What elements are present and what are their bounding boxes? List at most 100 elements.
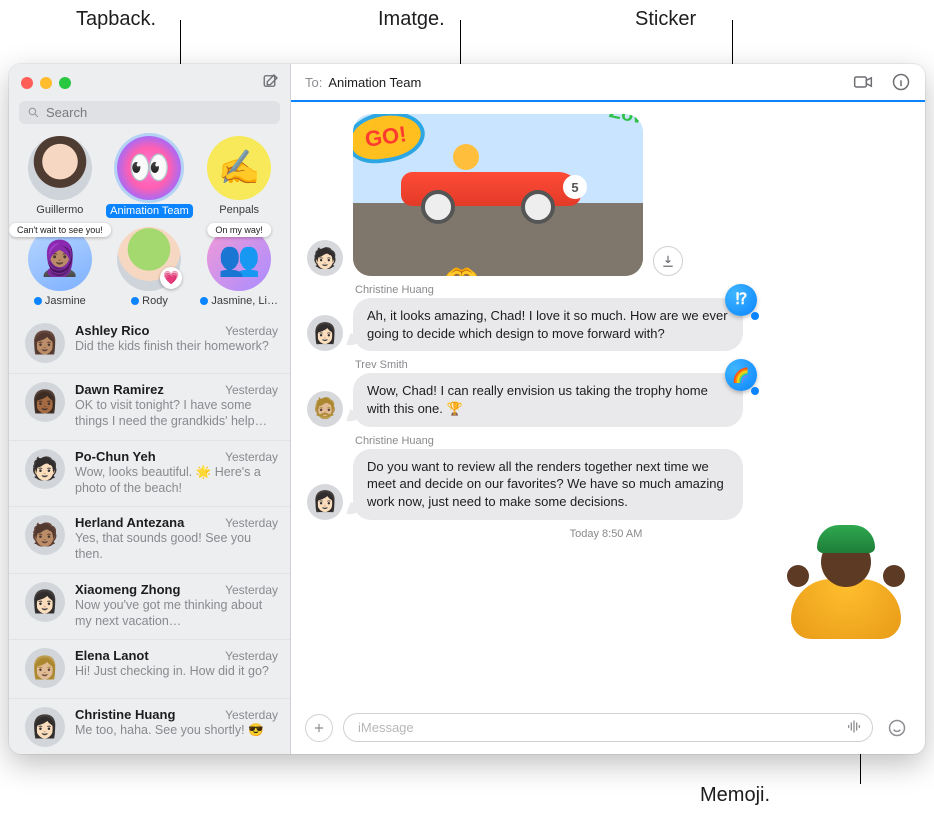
zoom-window-icon[interactable] [59,77,71,89]
pin-label: Rody [105,295,195,307]
pinned-conversations: Guillermo 👀 Animation Team ✍️ Penpals Ca… [9,132,290,315]
conv-name: Dawn Ramirez [75,382,164,397]
avatar: 🧑🏻 [307,240,343,276]
conv-preview: Did the kids finish their homework? [75,338,278,354]
pin-jasmine-li[interactable]: On my way! 👥 Jasmine, Li… [194,227,284,307]
pin-label: Penpals [194,204,284,216]
recipient[interactable]: Animation Team [328,75,421,90]
conv-time: Yesterday [225,516,278,530]
conv-name: Elena Lanot [75,648,149,663]
conv-time: Yesterday [225,649,278,663]
sender-label: Christine Huang [355,435,905,447]
pin-rody[interactable]: 💗 Rody [105,227,195,307]
pin-label: Jasmine, Li… [194,295,284,307]
list-item[interactable]: 👩🏻 Xiaomeng Zhong Yesterday Now you've go… [9,573,290,640]
sticker-zow: Zow [607,114,643,131]
image-attachment[interactable]: GO! Zow 🫶 [353,114,643,276]
conv-name: Ashley Rico [75,323,149,338]
conv-preview: Now you've got me thinking about my next… [75,597,278,630]
conv-name: Po-Chun Yeh [75,449,156,464]
conv-preview: Hi! Just checking in. How did it go? [75,663,278,679]
conv-name: Christine Huang [75,707,175,722]
download-button[interactable] [653,246,683,276]
conversation-list[interactable]: 👩🏽 Ashley RicoYesterday Did the kids fin… [9,315,290,754]
avatar [28,136,92,200]
apps-button[interactable] [305,714,333,742]
list-item[interactable]: 🧑🏽 Herland AntezanaYesterday Yes, that s… [9,506,290,573]
message-text: Wow, Chad! I can really envision us taki… [367,383,708,416]
search-input[interactable]: Search [19,101,280,124]
unread-dot-icon [34,297,42,305]
avatar: 👩🏻 [307,484,343,520]
avatar: 👩🏾 [25,382,65,422]
emoji-button[interactable] [883,714,911,742]
window-controls[interactable] [21,77,71,89]
pin-label: Jasmine [15,295,105,307]
close-window-icon[interactable] [21,77,33,89]
conv-preview: Yes, that sounds good! See you then. [75,530,278,563]
conv-name: Xiaomeng Zhong [75,582,180,597]
message-input[interactable]: iMessage [343,713,873,742]
tapback-sticker-icon[interactable]: 🌈 [725,359,757,391]
conv-preview: OK to visit tonight? I have some things … [75,397,278,430]
message-bubble[interactable]: Do you want to review all the renders to… [353,449,743,520]
callout-image: Imatge. [378,8,445,31]
conv-preview: Me too, haha. See you shortly! 😎 [75,722,278,738]
to-label: To: [305,75,322,90]
unread-dot-icon [131,297,139,305]
avatar: 👩🏻 [25,707,65,747]
message-bubble[interactable]: Wow, Chad! I can really envision us taki… [353,373,743,426]
conversation-panel: To: Animation Team 🧑🏻 GO! Zow 🫶 [291,64,925,754]
list-item[interactable]: 👩🏻 Christine Huang Yesterday Me too, haha… [9,698,290,754]
pin-animation-team[interactable]: 👀 Animation Team [105,136,195,221]
pin-penpals[interactable]: ✍️ Penpals [194,136,284,221]
messages-window: Search Guillermo 👀 Animation Team ✍️ Pen… [9,64,925,754]
avatar: 👀 [117,136,181,200]
avatar: 👩🏻 [25,582,65,622]
dictation-icon[interactable] [846,718,862,737]
pin-guillermo[interactable]: Guillermo [15,136,105,221]
list-item[interactable]: 👩🏽 Ashley RicoYesterday Did the kids fin… [9,315,290,373]
minimize-window-icon[interactable] [40,77,52,89]
callout-tapback: Tapback. [76,8,156,31]
input-placeholder: iMessage [358,720,414,735]
sidebar: Search Guillermo 👀 Animation Team ✍️ Pen… [9,64,291,754]
pin-jasmine[interactable]: Can't wait to see you! 🧕🏽 Jasmine [15,227,105,307]
search-icon [27,106,40,119]
message-bubble[interactable]: Ah, it looks amazing, Chad! I love it so… [353,298,743,351]
message-list[interactable]: 🧑🏻 GO! Zow 🫶 Christine Huang 👩🏻 Ah, i [291,102,925,703]
unread-dot-icon [200,297,208,305]
heart-tapback-icon: 💗 [160,267,182,289]
pin-preview-tag: Can't wait to see you! [9,223,111,237]
composer: iMessage [291,703,925,754]
avatar: 👩🏼 [25,648,65,688]
facetime-icon[interactable] [853,72,873,92]
conv-name: Herland Antezana [75,515,184,530]
pin-label: Guillermo [15,204,105,216]
message-text: Do you want to review all the renders to… [367,459,724,509]
avatar: 🧔🏼 [307,391,343,427]
avatar: 🧑🏻 [25,449,65,489]
sender-label: Trev Smith [355,359,905,371]
list-item[interactable]: 👩🏾 Dawn Ramirez Yesterday OK to visit ton… [9,373,290,440]
list-item[interactable]: 🧑🏻 Po-Chun YehYesterday Wow, looks beaut… [9,440,290,507]
conv-preview: Wow, looks beautiful. 🌟 Here's a photo o… [75,464,278,497]
sticker-go: GO! [353,114,428,167]
conv-time: Yesterday [225,583,278,597]
conv-time: Yesterday [225,708,278,722]
compose-button[interactable] [262,72,280,93]
conv-time: Yesterday [225,383,278,397]
callout-memoji: Memoji. [700,784,770,807]
sticker-heart-hands: 🫶 [443,263,480,276]
details-icon[interactable] [891,72,911,92]
sender-label: Christine Huang [355,284,905,296]
address-bar: To: Animation Team [291,64,925,102]
memoji-sticker[interactable] [791,529,901,639]
callout-sticker: Sticker [635,8,696,31]
avatar: 👩🏻 [307,315,343,351]
list-item[interactable]: 👩🏼 Elena Lanot Yesterday Hi! Just checkin… [9,639,290,698]
search-placeholder: Search [46,105,87,120]
conv-time: Yesterday [225,324,278,338]
tapback-question-icon[interactable]: ⁉ [725,284,757,316]
avatar: ✍️ [207,136,271,200]
